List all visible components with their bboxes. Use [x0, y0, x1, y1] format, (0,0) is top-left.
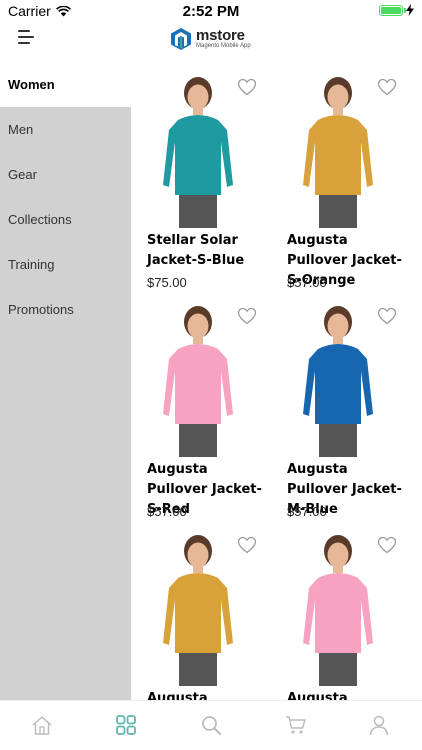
home-icon[interactable] — [31, 714, 53, 736]
category-sidebar: Women Men Gear Collections Training Prom… — [0, 62, 131, 700]
heart-icon[interactable] — [377, 307, 397, 325]
heart-icon[interactable] — [377, 536, 397, 554]
brand-name: mstore — [196, 26, 245, 44]
battery-icon — [379, 4, 406, 16]
sidebar-item-women[interactable]: Women — [0, 62, 131, 107]
menu-button[interactable] — [14, 26, 40, 50]
sidebar-item-gear[interactable]: Gear — [0, 152, 131, 197]
sidebar-item-collections[interactable]: Collections — [0, 197, 131, 242]
cart-icon[interactable] — [285, 714, 307, 736]
product-garment — [303, 115, 373, 195]
product-garment — [163, 115, 233, 195]
heart-icon[interactable] — [237, 536, 257, 554]
heart-icon[interactable] — [237, 307, 257, 325]
app-header: mstore Magento Mobile App — [0, 22, 422, 66]
product-garment — [303, 344, 373, 424]
sidebar-item-men[interactable]: Men — [0, 107, 131, 152]
charging-icon — [406, 4, 414, 16]
product-garment — [163, 573, 233, 653]
product-name[interactable]: Stellar Solar Jacket-S-Blue — [147, 231, 272, 271]
status-time: 2:52 PM — [182, 3, 240, 20]
sidebar-item-training[interactable]: Training — [0, 242, 131, 287]
product-name[interactable]: Augusta Pullover — [147, 689, 272, 700]
search-icon[interactable] — [200, 714, 222, 736]
sidebar-item-promotions[interactable]: Promotions — [0, 287, 131, 332]
heart-icon[interactable] — [237, 78, 257, 96]
product-price: $57.00 — [147, 504, 187, 519]
brand-subtitle: Magento Mobile App — [196, 42, 251, 49]
product-grid: Stellar Solar Jacket-S-Blue $75.00 Augus… — [131, 66, 422, 700]
categories-icon[interactable] — [115, 714, 137, 736]
product-garment — [163, 344, 233, 424]
product-price: $75.00 — [147, 275, 187, 290]
bottom-tab-bar — [0, 700, 422, 750]
brand-logo: mstore Magento Mobile App — [170, 27, 251, 51]
account-icon[interactable] — [368, 714, 390, 736]
product-garment — [303, 573, 373, 653]
mstore-logo-icon — [171, 28, 191, 50]
heart-icon[interactable] — [377, 78, 397, 96]
product-price: $57.00 — [287, 275, 327, 290]
status-bar: Carrier 2:52 PM — [0, 0, 422, 22]
product-price: $57.00 — [287, 504, 327, 519]
product-name[interactable]: Augusta Pullover — [287, 689, 412, 700]
